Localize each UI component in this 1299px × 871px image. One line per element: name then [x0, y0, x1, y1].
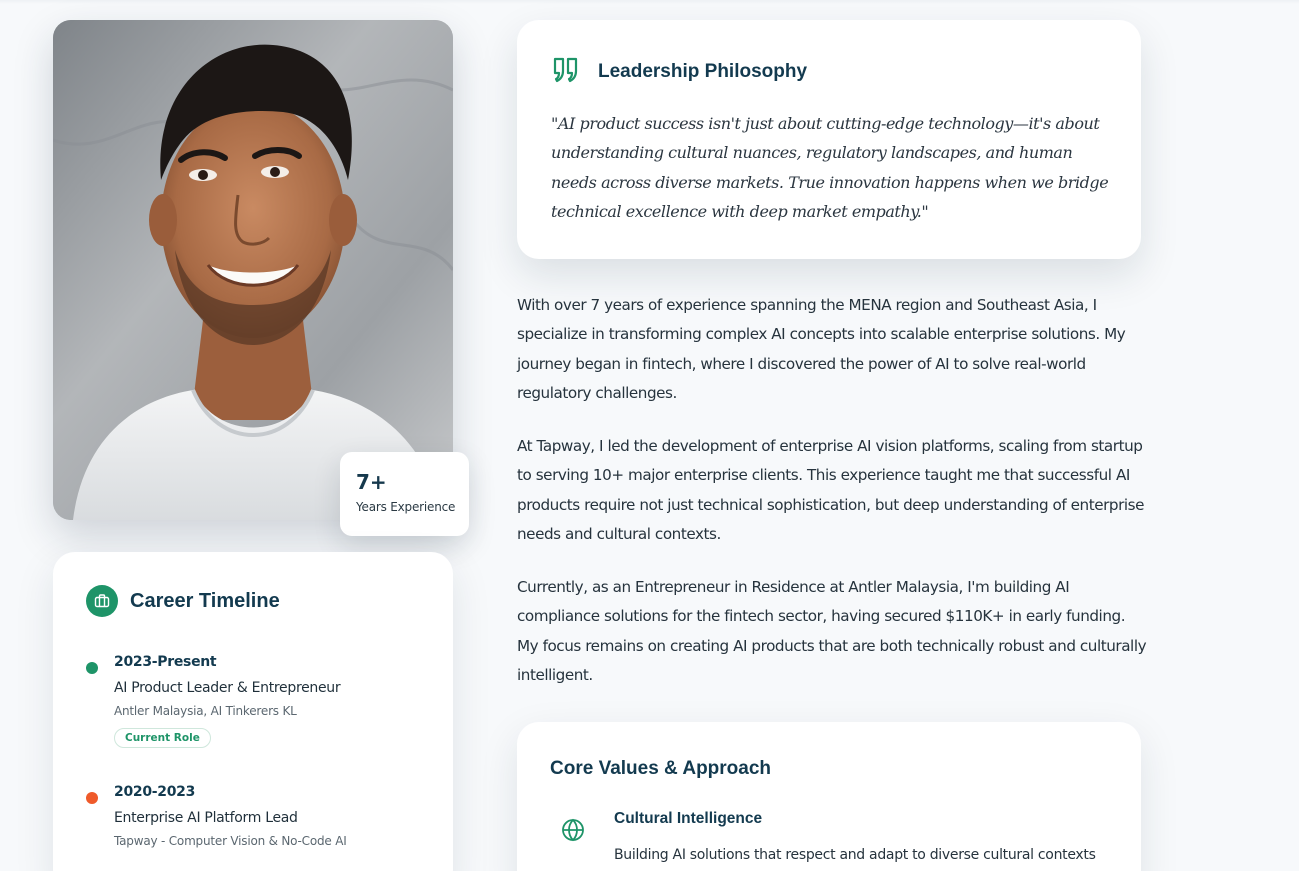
bio-paragraph: With over 7 years of experience spanning… — [517, 296, 1126, 402]
globe-icon — [561, 818, 585, 846]
header-edge — [0, 0, 1299, 4]
philosophy-title: Leadership Philosophy — [598, 61, 808, 82]
value-description: Building AI solutions that respect and a… — [614, 847, 1096, 863]
career-timeline-card: Career Timeline 2023-Present AI Product … — [53, 552, 453, 871]
timeline-role: Enterprise AI Platform Lead — [114, 810, 298, 826]
career-title: Career Timeline — [130, 589, 280, 612]
current-role-badge: Current Role — [114, 728, 211, 748]
bio-paragraph: At Tapway, I led the development of ente… — [517, 437, 1145, 543]
timeline-years: 2020-2023 — [114, 784, 196, 800]
philosophy-quote: "AI product success isn't just about cut… — [551, 114, 1109, 221]
philosophy-card: Leadership Philosophy "AI product succes… — [517, 20, 1141, 259]
timeline-org: Tapway - Computer Vision & No-Code AI — [114, 834, 347, 848]
timeline-dot — [86, 662, 98, 674]
briefcase-icon — [86, 585, 118, 617]
experience-card: 7+ Years Experience — [340, 452, 469, 536]
values-title: Core Values & Approach — [550, 758, 772, 779]
timeline-dot — [86, 792, 98, 804]
experience-value: 7+ — [356, 470, 387, 494]
experience-label: Years Experience — [356, 500, 456, 514]
quote-icon — [551, 55, 581, 89]
profile-photo — [53, 20, 453, 520]
bio-paragraph: Currently, as an Entrepreneur in Residen… — [517, 578, 1147, 684]
about-section: 7+ Years Experience Career Timeline 2023… — [0, 0, 1299, 871]
value-name: Cultural Intelligence — [614, 810, 763, 827]
timeline-org: Antler Malaysia, AI Tinkerers KL — [114, 704, 297, 718]
timeline-role: AI Product Leader & Entrepreneur — [114, 680, 341, 696]
timeline-years: 2023-Present — [114, 654, 217, 670]
core-values-card: Core Values & Approach Cultural Intellig… — [517, 722, 1141, 871]
philosophy-header: Leadership Philosophy — [551, 55, 807, 89]
career-header: Career Timeline — [86, 585, 280, 617]
